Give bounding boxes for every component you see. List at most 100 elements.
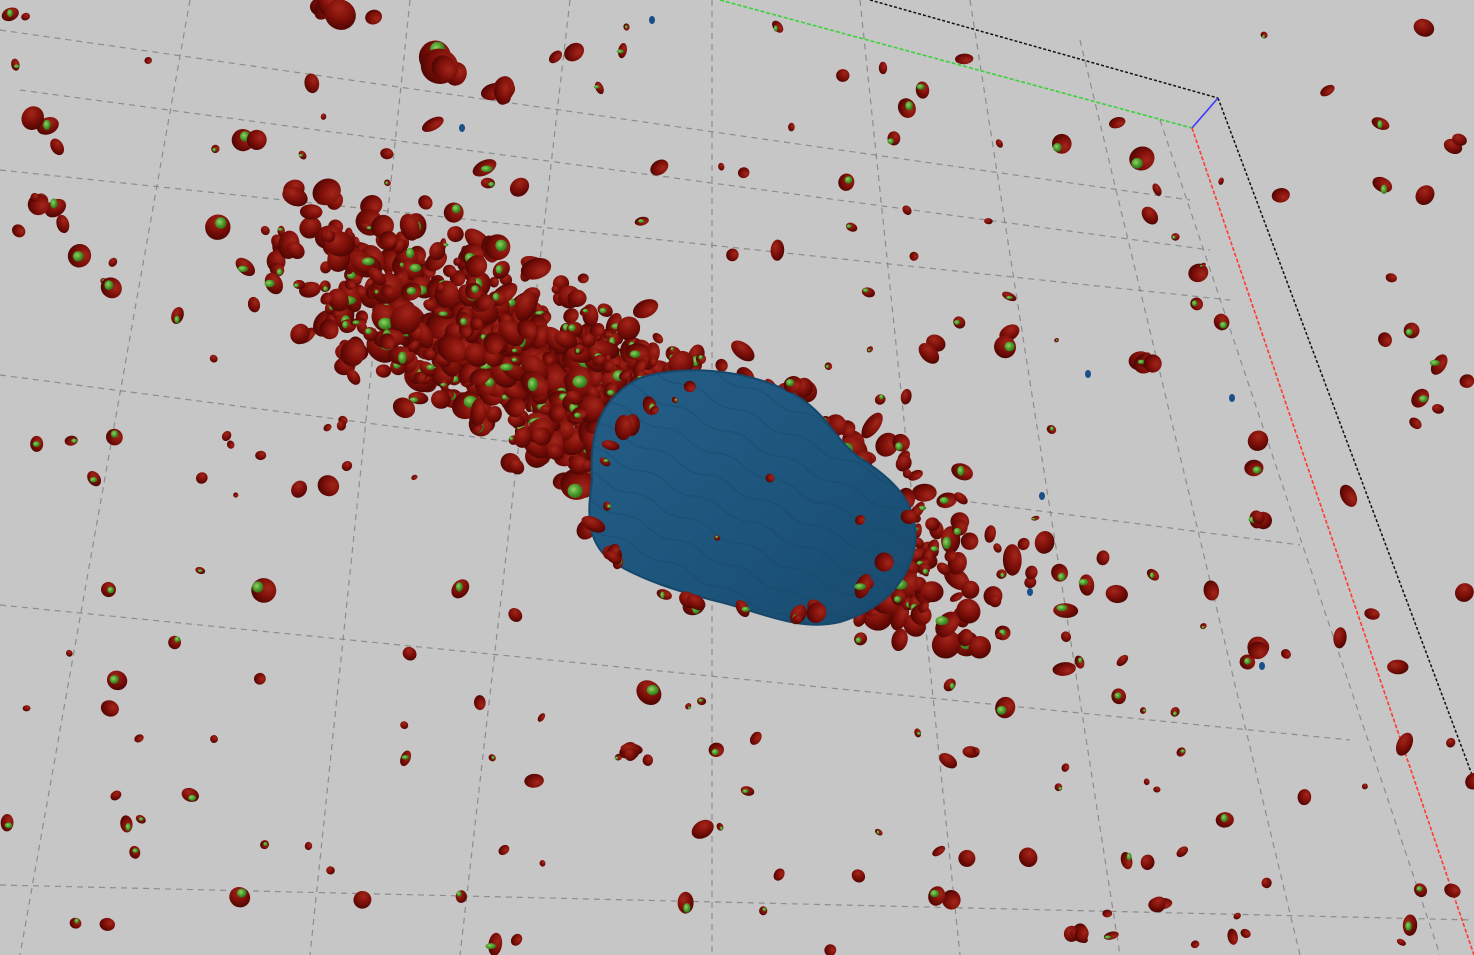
- punctum: [411, 474, 418, 481]
- punctum: [21, 12, 31, 21]
- punctum-highlight: [1126, 852, 1132, 861]
- punctum-highlight: [511, 348, 518, 353]
- punctum-highlight: [1173, 711, 1177, 716]
- blue-marker: [459, 124, 465, 132]
- punctum-highlight: [406, 287, 417, 295]
- blue-marker: [1229, 394, 1235, 402]
- 3d-render-viewport[interactable]: [0, 0, 1474, 955]
- 3d-scene-canvas[interactable]: [0, 0, 1474, 955]
- punctum: [1053, 603, 1079, 618]
- punctum: [226, 440, 235, 449]
- punctum: [1025, 565, 1038, 580]
- punctum-highlight: [342, 320, 349, 329]
- punctum-highlight: [7, 9, 13, 18]
- punctum: [1413, 18, 1435, 37]
- punctum-highlight: [893, 595, 902, 603]
- punctum-highlight: [876, 830, 880, 835]
- punctum-highlight: [385, 181, 389, 185]
- punctum-highlight: [1220, 813, 1228, 823]
- punctum-highlight: [1078, 657, 1083, 664]
- punctum-highlight: [4, 822, 13, 829]
- punctum: [365, 9, 383, 25]
- punctum-highlight: [74, 918, 80, 924]
- punctum: [1153, 786, 1161, 793]
- punctum: [773, 868, 785, 881]
- punctum-highlight: [930, 889, 940, 898]
- punctum: [1140, 854, 1155, 870]
- punctum: [984, 525, 996, 543]
- punctum: [539, 860, 546, 867]
- punctum: [473, 695, 486, 711]
- punctum-highlight: [406, 247, 415, 259]
- punctum-highlight: [485, 943, 497, 950]
- punctum-highlight: [599, 307, 607, 314]
- punctum-highlight: [455, 582, 463, 592]
- punctum-highlight: [568, 324, 576, 332]
- punctum: [749, 731, 762, 745]
- punctum: [537, 713, 546, 722]
- punctum: [788, 122, 795, 132]
- punctum: [247, 296, 261, 313]
- punctum: [932, 845, 946, 857]
- punctum: [995, 139, 1003, 148]
- punctum: [120, 815, 133, 833]
- punctum-highlight: [629, 350, 641, 358]
- punctum-highlight: [263, 842, 268, 846]
- punctum: [1233, 912, 1241, 920]
- punctum-highlight: [895, 442, 903, 451]
- punctum-highlight: [132, 848, 139, 854]
- punctum-highlight: [785, 378, 795, 387]
- punctum-highlight: [460, 317, 467, 326]
- punctum-highlight: [104, 280, 114, 291]
- punctum-highlight: [916, 732, 922, 735]
- punctum: [1051, 563, 1069, 582]
- punctum: [290, 323, 310, 345]
- x-axis-line: [1191, 127, 1474, 955]
- punctum-highlight: [996, 705, 1007, 715]
- punctum-highlight: [527, 377, 538, 392]
- punctum: [1034, 531, 1055, 554]
- punctum: [685, 703, 692, 710]
- punctum: [900, 388, 912, 405]
- punctum-highlight: [1191, 300, 1198, 307]
- punctum-highlight: [1377, 120, 1383, 129]
- punctum: [1459, 374, 1474, 388]
- punctum-highlight: [624, 25, 628, 29]
- punctum: [99, 917, 115, 931]
- punctum: [1247, 430, 1269, 451]
- punctum-highlight: [188, 794, 197, 801]
- punctum-highlight: [957, 465, 965, 476]
- punctum: [1129, 146, 1155, 171]
- punctum-highlight: [409, 263, 422, 272]
- punctum: [836, 69, 850, 82]
- punctum: [1339, 484, 1358, 507]
- punctum: [770, 239, 785, 261]
- punctum-highlight: [574, 412, 581, 418]
- grid-line: [0, 604, 1351, 741]
- punctum-highlight: [954, 319, 960, 325]
- punctum-highlight: [742, 789, 749, 794]
- punctum: [1218, 177, 1224, 185]
- punctum-highlight: [1219, 321, 1228, 329]
- punctum-highlight: [582, 308, 588, 313]
- punctum: [233, 492, 239, 498]
- punctum: [341, 461, 353, 471]
- punctum: [861, 287, 875, 298]
- punctum-highlight: [352, 320, 360, 325]
- punctum: [400, 721, 409, 730]
- punctum: [548, 50, 563, 64]
- blue-marker: [649, 16, 655, 24]
- punctum: [943, 678, 956, 692]
- punctum: [1176, 846, 1189, 858]
- punctum-highlight: [72, 251, 84, 262]
- punctum-highlight: [949, 682, 955, 690]
- punctum-highlight: [138, 817, 144, 821]
- punctum-highlight: [125, 823, 131, 831]
- punctum-highlight: [110, 430, 119, 438]
- punctum-highlight: [401, 755, 409, 760]
- punctum-highlight: [456, 890, 462, 897]
- punctum-highlight: [593, 85, 600, 89]
- punctum: [100, 700, 119, 717]
- punctum: [299, 204, 323, 220]
- punctum: [1096, 550, 1110, 566]
